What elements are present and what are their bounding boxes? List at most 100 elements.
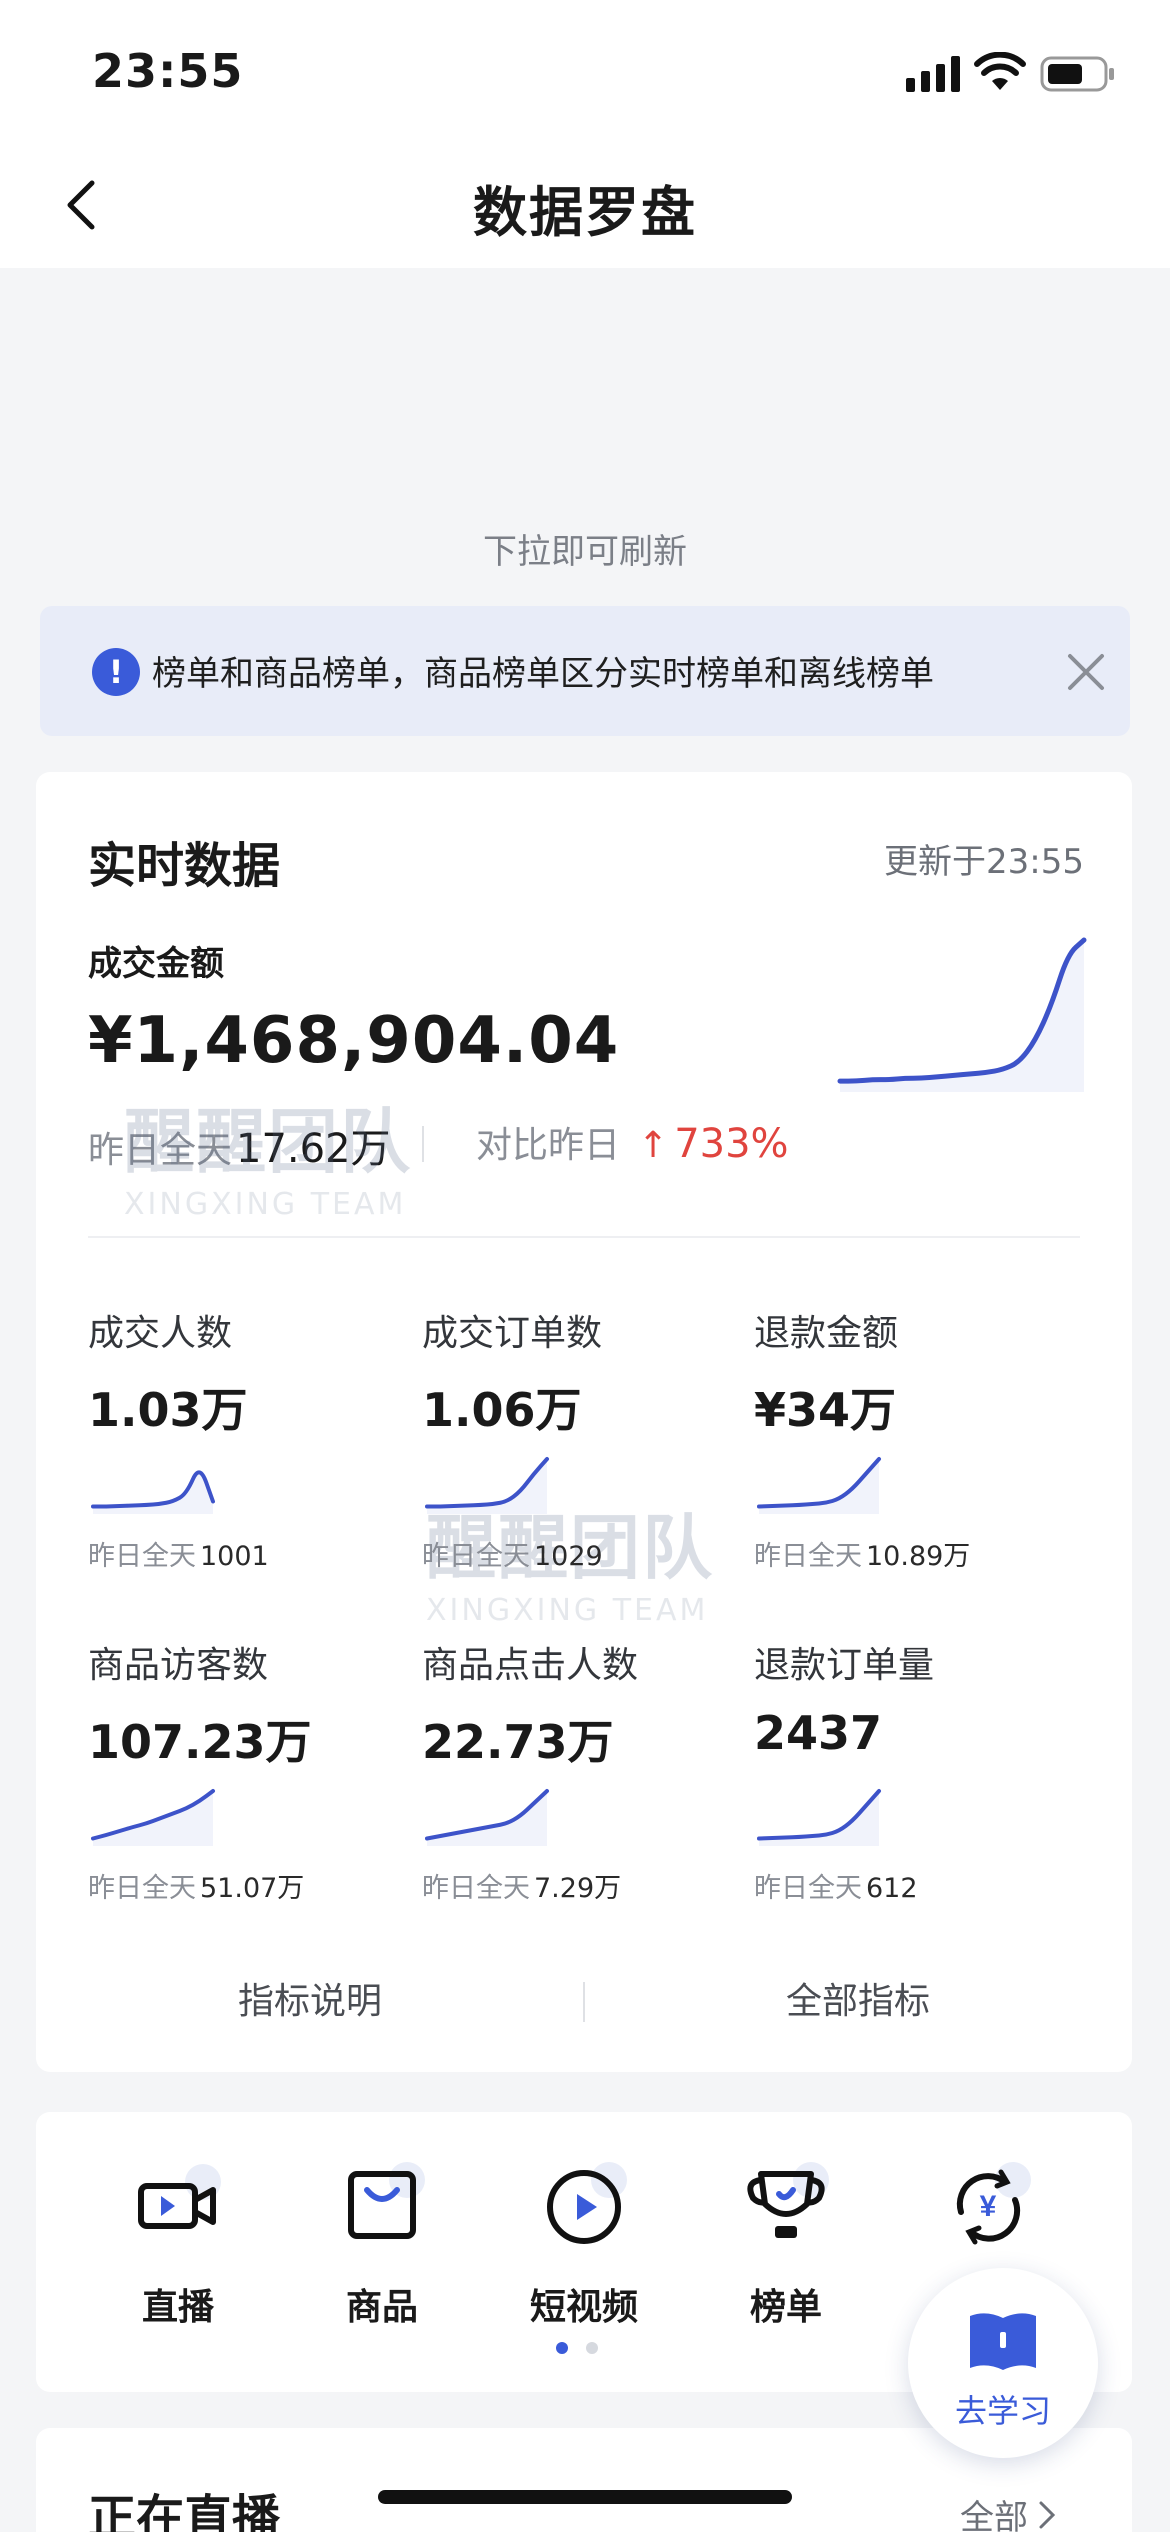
quick-nav-label: 榜单	[749, 2287, 822, 2328]
metric-value: 1.06万	[422, 1383, 582, 1437]
gmv-yesterday-value: 17.62万	[236, 1126, 391, 1172]
quick-nav-label: 短视频	[529, 2287, 638, 2328]
metric-sparkline	[91, 1789, 215, 1846]
metric-sparkline	[91, 1470, 215, 1514]
metric-explanation-link[interactable]: 指标说明	[36, 1972, 584, 2024]
metric-yesterday-value: 1001	[200, 1541, 269, 1572]
metric-yesterday-value: 7.29万	[534, 1873, 622, 1904]
quick-nav-ranking[interactable]: 榜单	[716, 2160, 856, 2340]
metric-label: 商品点击人数	[422, 1645, 639, 1686]
quick-nav-live[interactable]: 直播	[108, 2160, 248, 2340]
gmv-label: 成交金额	[88, 944, 224, 984]
quick-nav-product[interactable]: 商品	[312, 2160, 452, 2340]
cellular-signal-icon	[906, 56, 960, 92]
metric-refund-amount[interactable]: 退款金额 ¥34万 昨日全天 10.89万	[754, 1304, 1074, 1604]
page-dot	[586, 2342, 598, 2354]
metric-yesterday-label: 昨日全天	[88, 1873, 196, 1904]
page-title: 数据罗盘	[473, 181, 697, 244]
gmv-yesterday-label: 昨日全天	[88, 1130, 233, 1171]
metric-product-visitors[interactable]: 商品访客数 107.23万 昨日全天 51.07万	[88, 1636, 408, 1936]
metric-yesterday-value: 1029	[534, 1541, 603, 1572]
status-time: 23:55	[92, 44, 244, 98]
metric-label: 成交人数	[88, 1313, 233, 1354]
notice-text: 榜单和商品榜单，商品榜单区分实时榜单和离线榜单	[152, 654, 934, 694]
metric-value: 1.03万	[88, 1383, 248, 1437]
metric-yesterday-label: 昨日全天	[88, 1541, 196, 1572]
metric-value: 107.23万	[88, 1715, 312, 1769]
compare-label: 对比昨日	[476, 1125, 621, 1166]
metric-yesterday-label: 昨日全天	[754, 1541, 862, 1572]
metric-yesterday: 昨日全天 1029	[422, 1534, 603, 1573]
metric-yesterday-value: 612	[866, 1873, 918, 1904]
chevron-right-icon	[1039, 2501, 1056, 2528]
metric-product-clicks[interactable]: 商品点击人数 22.73万 昨日全天 7.29万	[422, 1636, 742, 1936]
close-icon[interactable]	[1064, 650, 1108, 694]
wifi-icon	[974, 52, 1026, 90]
metric-value: 22.73万	[422, 1715, 614, 1769]
metric-yesterday: 昨日全天 1001	[88, 1534, 269, 1573]
home-indicator	[378, 2490, 792, 2504]
view-all-label: 全部	[960, 2498, 1028, 2532]
quick-nav-label: 直播	[141, 2287, 214, 2328]
compare-value: 733	[674, 1121, 751, 1167]
metric-label: 退款订单量	[754, 1645, 935, 1686]
metric-yesterday: 昨日全天 10.89万	[754, 1534, 970, 1573]
pull-to-refresh-hint: 下拉即可刷新	[483, 532, 687, 572]
metric-sparkline	[425, 1789, 549, 1846]
live-now-title: 正在直播	[88, 2490, 281, 2532]
metric-refund-orders[interactable]: 退款订单量 2437 昨日全天 612	[754, 1636, 1074, 1936]
metric-orders[interactable]: 成交订单数 1.06万 昨日全天 1029	[422, 1304, 742, 1604]
sparkline-area	[93, 1791, 213, 1846]
metric-yesterday: 昨日全天 51.07万	[88, 1866, 304, 1905]
quick-nav-short-video[interactable]: 短视频	[514, 2160, 654, 2340]
gmv-compare: 对比昨日 ↑ 733 %	[476, 1116, 789, 1168]
exclamation-icon: !	[92, 648, 140, 696]
metric-label: 退款金额	[754, 1313, 899, 1354]
metric-label: 商品访客数	[88, 1645, 269, 1686]
all-metrics-link[interactable]: 全部指标	[584, 1972, 1132, 2024]
metric-yesterday-label: 昨日全天	[754, 1873, 862, 1904]
arrow-up-icon: ↑	[638, 1125, 669, 1166]
quick-nav-label: 商品	[345, 2287, 418, 2328]
compare-unit: %	[750, 1121, 789, 1167]
metric-yesterday-label: 昨日全天	[422, 1541, 530, 1572]
notice-banner[interactable]: ! 榜单和商品榜单，商品榜单区分实时榜单和离线榜单	[40, 606, 1130, 736]
svg-text:¥: ¥	[980, 2190, 997, 2223]
metric-label: 成交订单数	[422, 1313, 603, 1354]
metric-value: 2437	[754, 1706, 883, 1760]
metric-yesterday-value: 10.89万	[866, 1541, 971, 1572]
metric-value: ¥34万	[754, 1383, 897, 1437]
metric-yesterday-value: 51.07万	[200, 1873, 305, 1904]
metric-sparkline	[425, 1457, 549, 1514]
metric-sparkline	[757, 1457, 881, 1514]
yuan-cycle-icon: ¥	[956, 2162, 1031, 2245]
metric-yesterday-label: 昨日全天	[422, 1873, 530, 1904]
status-bar: 23:55	[0, 0, 1170, 140]
book-icon	[970, 2313, 1036, 2370]
metric-sparkline	[757, 1789, 881, 1846]
update-time: 更新于23:55	[884, 842, 1084, 882]
realtime-title: 实时数据	[88, 838, 281, 894]
gmv-value: ¥1,468,904.04	[88, 1004, 620, 1078]
divider	[422, 1126, 424, 1162]
live-camera-icon	[138, 2164, 221, 2229]
divider	[88, 1236, 1080, 1238]
view-all-link[interactable]: 全部	[960, 2490, 1056, 2532]
metric-buyers[interactable]: 成交人数 1.03万 昨日全天 1001	[88, 1304, 408, 1604]
shopping-bag-icon	[348, 2162, 425, 2239]
play-circle-icon	[547, 2162, 627, 2244]
gmv-yesterday: 昨日全天 17.62万	[88, 1116, 391, 1174]
metric-yesterday: 昨日全天 612	[754, 1866, 918, 1905]
trophy-icon	[747, 2162, 829, 2238]
realtime-data-card: 实时数据 更新于23:55 成交金额 ¥1,468,904.04 昨日全天 17…	[36, 772, 1132, 2072]
go-learn-label: 去学习	[954, 2392, 1051, 2430]
watermark-en: XINGXING TEAM	[124, 1187, 407, 1222]
nav-bar: 数据罗盘	[0, 140, 1170, 268]
go-learn-button[interactable]: 去学习	[908, 2268, 1098, 2458]
gmv-trend-sparkline	[837, 937, 1087, 1092]
sparkline-area	[427, 1791, 547, 1846]
page-indicator	[556, 2342, 598, 2354]
metric-yesterday: 昨日全天 7.29万	[422, 1866, 621, 1905]
page-dot	[556, 2342, 568, 2354]
battery-icon	[1040, 56, 1114, 92]
